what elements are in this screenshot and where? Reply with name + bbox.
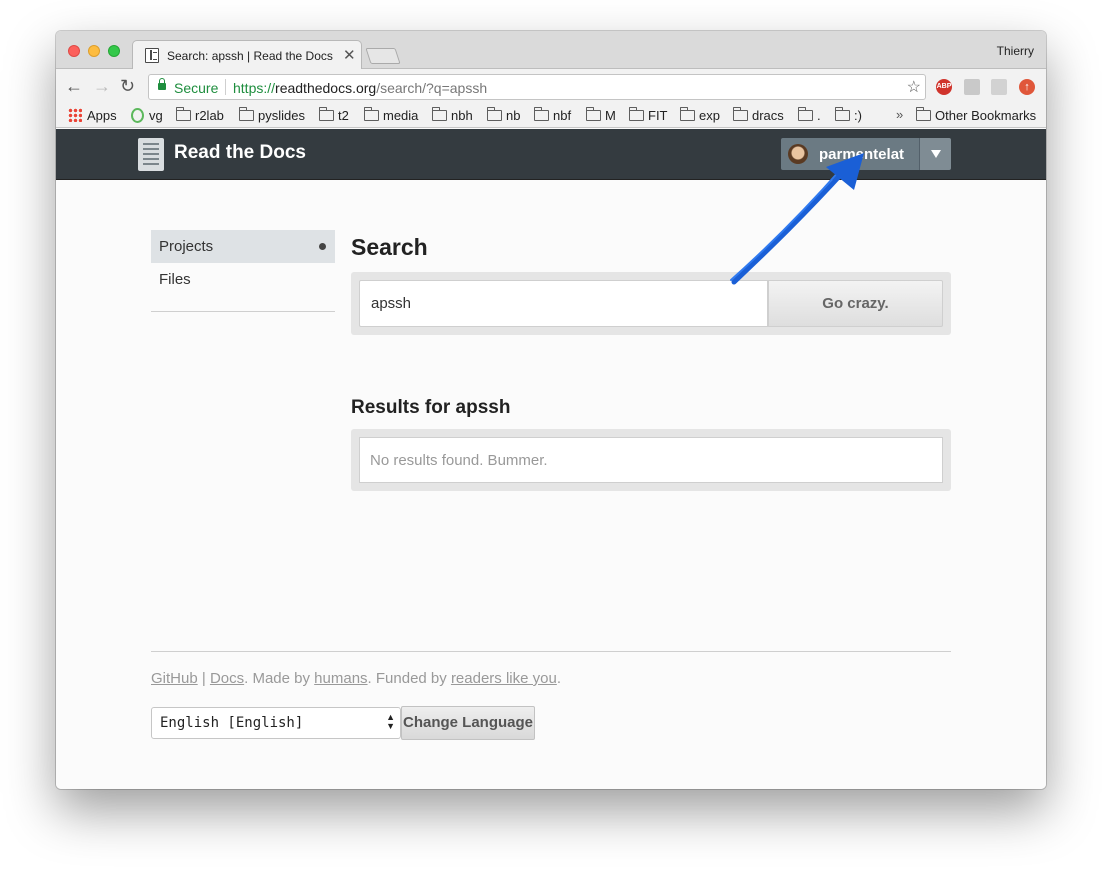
search-form: Go crazy.: [351, 272, 951, 335]
bookmark-dracs[interactable]: dracs: [733, 107, 784, 123]
folder-icon: [176, 107, 191, 121]
footer-separator: |: [201, 670, 206, 687]
folder-icon: [798, 107, 813, 121]
footer-link-humans[interactable]: humans: [314, 670, 367, 687]
bookmark-fit[interactable]: FIT: [629, 107, 668, 123]
site-logo-text[interactable]: Read the Docs: [174, 142, 306, 164]
folder-icon: [586, 107, 601, 121]
folder-icon: [319, 107, 334, 121]
title-bar: Search: apssh | Read the Docs ✕ Thierry: [56, 31, 1046, 70]
active-dot-icon: [319, 243, 326, 250]
apps-grid-icon: [68, 108, 82, 122]
folder-icon: [534, 107, 549, 121]
bookmark-smiley[interactable]: :): [835, 107, 862, 123]
bookmark-dot[interactable]: .: [798, 107, 821, 123]
sidebar-divider: [151, 311, 335, 312]
folder-icon: [364, 107, 379, 121]
footer-divider: [151, 651, 951, 652]
folder-icon: [835, 107, 850, 121]
window-minimize-button[interactable]: [88, 45, 100, 57]
save-extension-icon[interactable]: [991, 79, 1007, 95]
forward-arrow-icon[interactable]: →: [93, 74, 111, 98]
vg-icon: [131, 108, 144, 123]
avatar: [788, 144, 808, 164]
folder-icon: [916, 107, 931, 121]
tab-close-icon[interactable]: ✕: [343, 46, 356, 64]
sidebar-item-files[interactable]: Files: [159, 271, 191, 288]
tab-title: Search: apssh | Read the Docs: [167, 49, 333, 63]
bookmark-other[interactable]: Other Bookmarks: [916, 107, 1036, 123]
folder-icon: [629, 107, 644, 121]
folder-icon: [432, 107, 447, 121]
upload-extension-icon[interactable]: ↑: [1019, 79, 1035, 95]
window-maximize-button[interactable]: [108, 45, 120, 57]
sidebar-item-label: Projects: [159, 238, 214, 255]
footer-made-by: . Made by: [244, 670, 315, 687]
bookmark-nbf[interactable]: nbf: [534, 107, 571, 123]
address-separator: [225, 79, 226, 95]
bookmark-star-icon[interactable]: ☆: [907, 77, 921, 97]
language-select-value: English [English]: [160, 715, 304, 731]
readthedocs-logo-icon[interactable]: [138, 138, 164, 171]
secure-label: Secure: [174, 80, 219, 96]
url-scheme: https://: [233, 80, 276, 96]
results-heading: Results for apssh: [351, 397, 511, 418]
bookmark-m[interactable]: M: [586, 107, 616, 123]
no-results-message: No results found. Bummer.: [370, 452, 548, 469]
folder-icon: [239, 107, 254, 121]
lock-icon: [158, 78, 166, 90]
user-dropdown-button[interactable]: [919, 138, 951, 170]
profile-name[interactable]: Thierry: [997, 44, 1034, 58]
reload-icon[interactable]: ↻: [120, 74, 135, 98]
drive-extension-icon[interactable]: [964, 79, 980, 95]
new-tab-button[interactable]: [365, 48, 401, 64]
results-box: No results found. Bummer.: [359, 437, 943, 483]
footer-text: GitHub | Docs. Made by humans. Funded by…: [151, 670, 561, 687]
bookmark-nbh[interactable]: nbh: [432, 107, 473, 123]
footer-funded-by: . Funded by: [367, 670, 451, 687]
bookmark-exp[interactable]: exp: [680, 107, 720, 123]
page-content: Read the Docs parmentelat Projects Files…: [56, 129, 1046, 789]
select-arrows-icon: ▲ ▼: [386, 712, 395, 731]
username: parmentelat: [819, 146, 905, 163]
search-submit-button[interactable]: Go crazy.: [768, 280, 943, 327]
address-bar[interactable]: Secure https://readthedocs.org/search/?q…: [148, 74, 926, 100]
search-input[interactable]: [359, 280, 768, 327]
url-host: readthedocs.org: [275, 80, 377, 96]
browser-toolbar: ← → ↻ Secure https://readthedocs.org/sea…: [56, 69, 1046, 104]
bookmark-vg[interactable]: vg: [131, 108, 163, 123]
bookmark-media[interactable]: media: [364, 107, 418, 123]
adblock-extension-icon[interactable]: ABP: [936, 79, 952, 95]
site-header: Read the Docs parmentelat: [56, 129, 1046, 180]
user-menu-button[interactable]: parmentelat: [781, 138, 919, 170]
footer-link-readers[interactable]: readers like you: [451, 670, 557, 687]
bookmarks-bar: Apps vg r2lab pyslides t2 media nbh nb n…: [56, 104, 1046, 128]
bookmark-apps[interactable]: Apps: [68, 108, 117, 123]
bookmark-nb[interactable]: nb: [487, 107, 520, 123]
footer-link-github[interactable]: GitHub: [151, 670, 198, 687]
readthedocs-favicon-icon: [145, 48, 159, 63]
url-text[interactable]: https://readthedocs.org/search/?q=apssh: [233, 80, 487, 96]
bookmark-r2lab[interactable]: r2lab: [176, 107, 224, 123]
language-select[interactable]: English [English] ▲ ▼: [151, 707, 401, 739]
bookmarks-overflow-chevron-icon[interactable]: »: [896, 107, 903, 122]
sidebar-item-projects[interactable]: Projects: [151, 230, 335, 263]
change-language-button[interactable]: Change Language: [401, 706, 535, 740]
back-arrow-icon[interactable]: ←: [65, 74, 83, 98]
folder-icon: [733, 107, 748, 121]
browser-tab[interactable]: Search: apssh | Read the Docs ✕: [132, 40, 362, 70]
page-title: Search: [351, 234, 428, 260]
bookmark-pyslides[interactable]: pyslides: [239, 107, 305, 123]
folder-icon: [680, 107, 695, 121]
footer-end: .: [556, 670, 561, 687]
browser-window: Search: apssh | Read the Docs ✕ Thierry …: [56, 31, 1046, 789]
folder-icon: [487, 107, 502, 121]
caret-down-icon: [931, 150, 941, 158]
footer-link-docs[interactable]: Docs: [210, 670, 244, 687]
bookmark-t2[interactable]: t2: [319, 107, 349, 123]
url-path: /search/?q=apssh: [376, 80, 488, 96]
results-panel: No results found. Bummer.: [351, 429, 951, 491]
window-close-button[interactable]: [68, 45, 80, 57]
